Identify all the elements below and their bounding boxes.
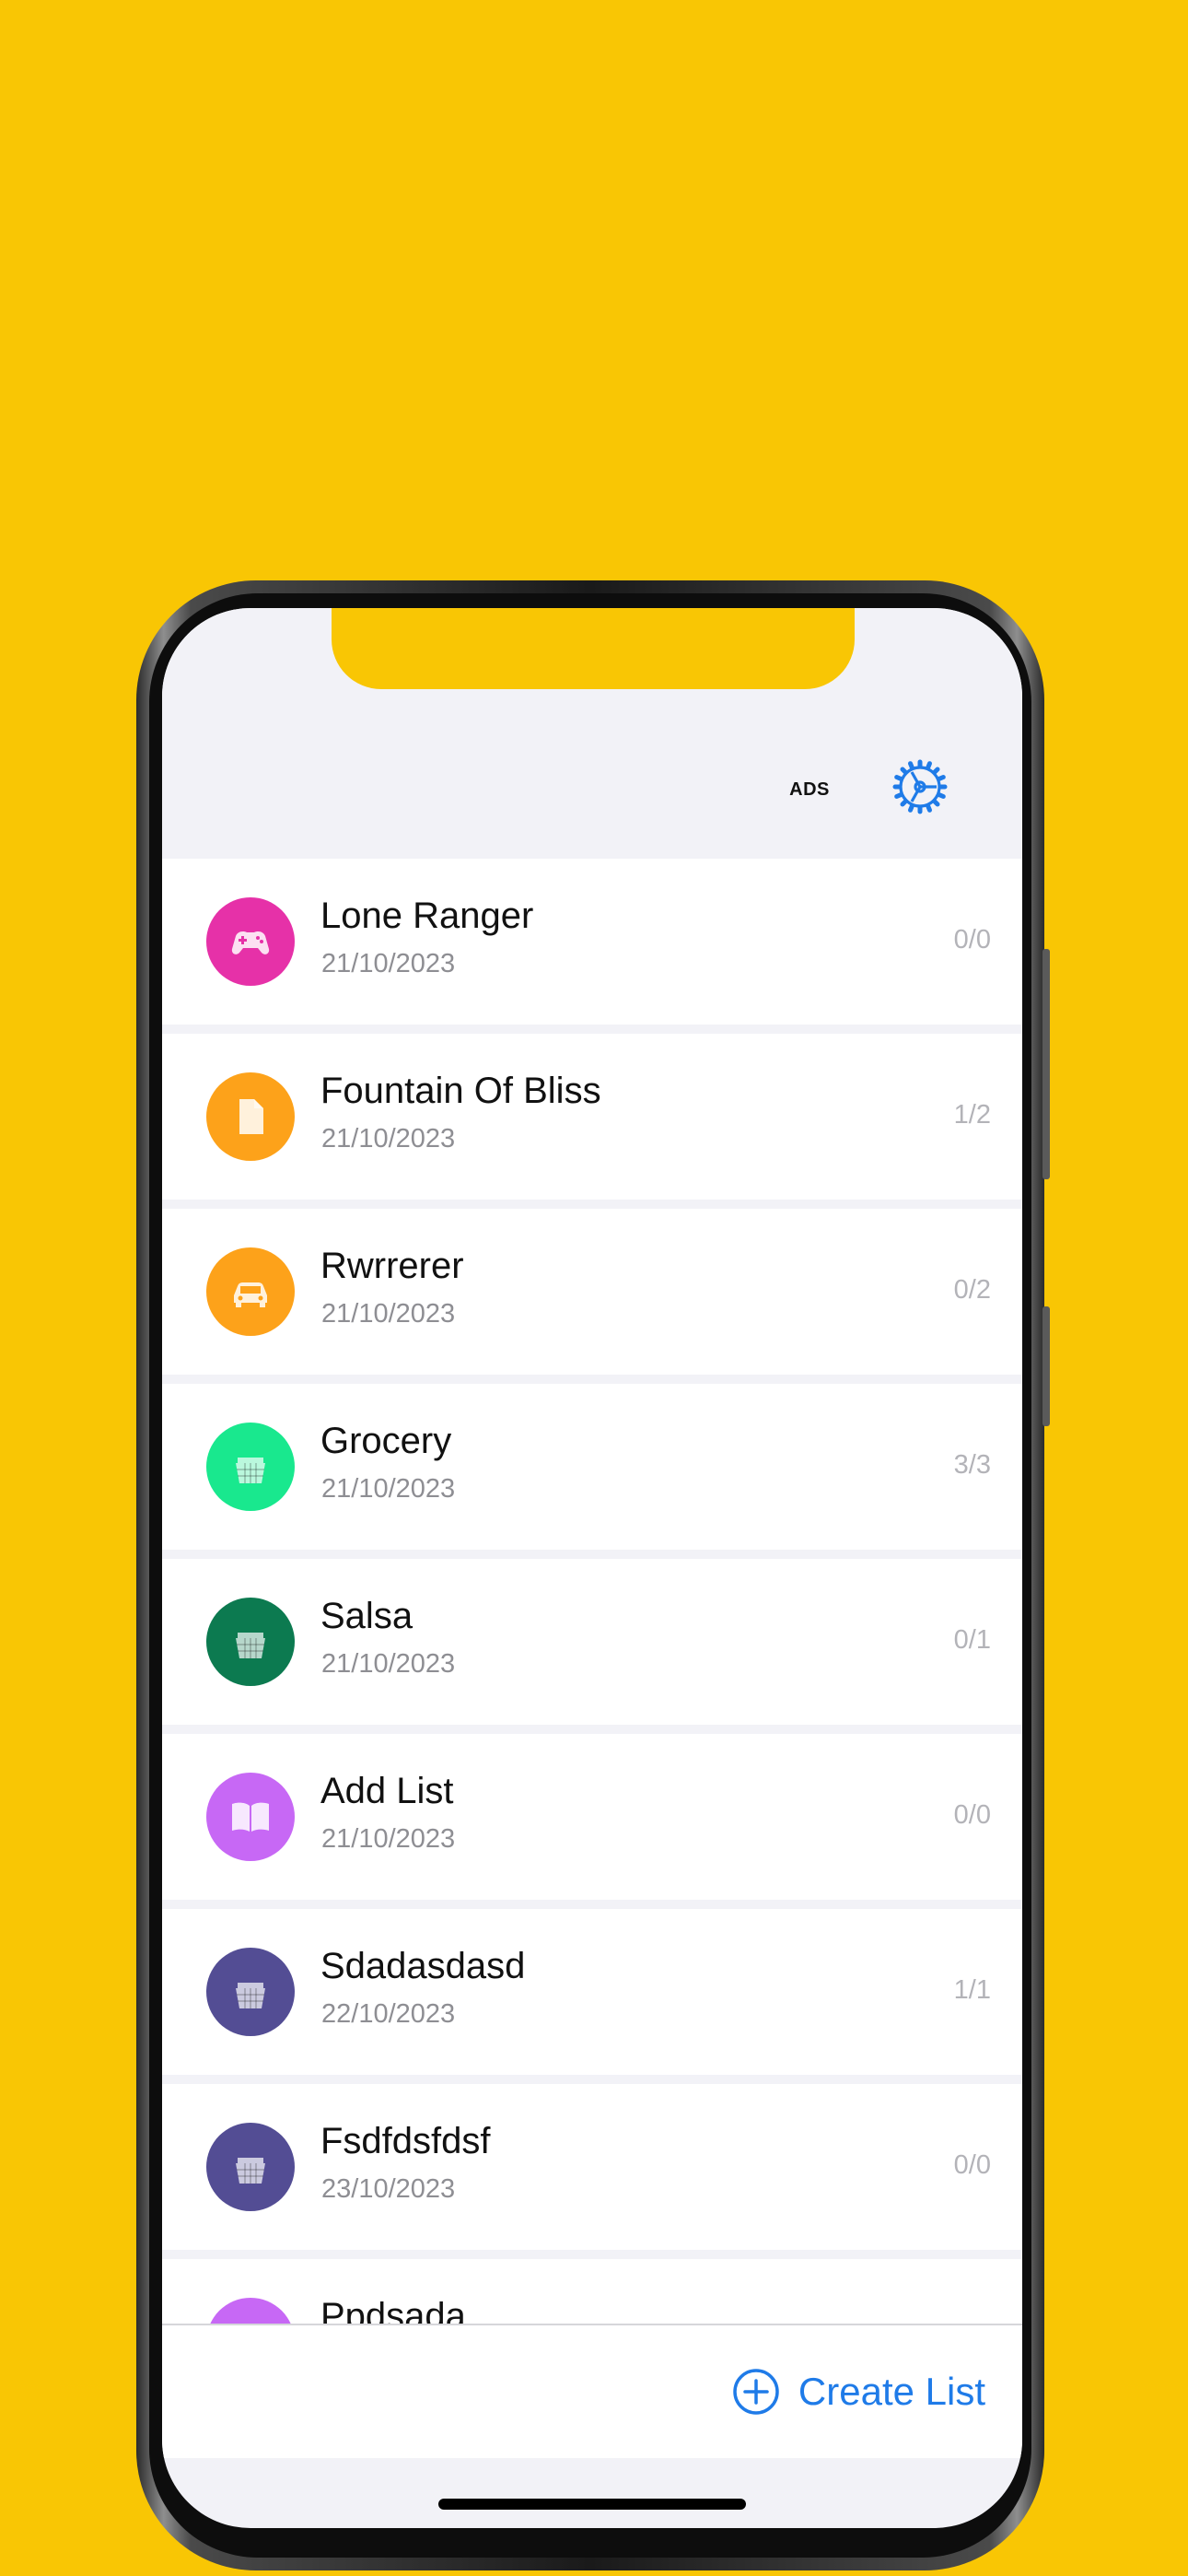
list-avatar	[206, 2123, 295, 2211]
list-progress-count: 1/1	[953, 1975, 991, 2005]
create-list-label: Create List	[798, 2370, 985, 2413]
list-date: 22/10/2023	[321, 1999, 456, 2029]
list-progress-count: 0/2	[953, 1275, 991, 1305]
list-progress-count: 0/0	[953, 925, 991, 954]
list-progress-count: 0/0	[953, 1800, 991, 1830]
create-list-button[interactable]: Create List	[732, 2368, 985, 2416]
list-title: Grocery	[320, 1421, 452, 1461]
document-icon	[225, 1091, 276, 1142]
plus-circle-icon	[733, 2369, 779, 2415]
list-row[interactable]: Lone Ranger 21/10/2023 0/0	[162, 859, 1022, 1025]
lists-container: Lone Ranger 21/10/2023 0/0 Fountain Of Blis…	[162, 859, 1022, 2324]
list-title: Add List	[320, 1771, 454, 1811]
list-title: Fsdfdsfdsf	[320, 2121, 491, 2161]
app-screen: ADS Lone Ranger 21/10/2023 0/0 Fountain …	[162, 608, 1022, 2528]
camera-notch	[332, 608, 855, 689]
list-progress-count: 0/0	[953, 2150, 991, 2180]
list-avatar	[206, 1598, 295, 1686]
list-row[interactable]: Grocery 21/10/2023 3/3	[162, 1384, 1022, 1550]
list-date: 23/10/2023	[321, 2174, 456, 2204]
list-title: Ppdsada	[320, 2296, 466, 2324]
list-date: 21/10/2023	[321, 949, 456, 978]
list-avatar	[206, 1072, 295, 1161]
basket-icon	[225, 1966, 276, 2018]
list-title: Fountain Of Bliss	[320, 1071, 601, 1111]
list-avatar	[206, 2298, 295, 2324]
basket-icon	[225, 1441, 276, 1493]
list-title: Salsa	[320, 1596, 413, 1636]
list-title: Sdadasdasd	[320, 1946, 526, 1986]
list-row[interactable]: Rwrrerer 21/10/2023 0/2	[162, 1209, 1022, 1375]
list-date: 21/10/2023	[321, 1649, 456, 1679]
basket-icon	[225, 2316, 276, 2324]
list-date: 21/10/2023	[321, 1299, 456, 1329]
list-title: Lone Ranger	[320, 896, 534, 936]
list-avatar	[206, 1423, 295, 1511]
list-row[interactable]: Fountain Of Bliss 21/10/2023 1/2	[162, 1034, 1022, 1200]
list-avatar	[206, 1247, 295, 1336]
list-row[interactable]: Ppdsada	[162, 2259, 1022, 2324]
list-date: 21/10/2023	[321, 1474, 456, 1504]
list-avatar	[206, 1773, 295, 1861]
ads-button[interactable]: ADS	[777, 779, 842, 801]
list-row[interactable]: Add List 21/10/2023 0/0	[162, 1734, 1022, 1900]
basket-icon	[225, 1616, 276, 1668]
list-progress-count: 0/1	[953, 1625, 991, 1655]
car-icon	[225, 1266, 276, 1317]
list-progress-count: 3/3	[953, 1450, 991, 1480]
list-progress-count: 1/2	[953, 1100, 991, 1130]
list-row[interactable]: Fsdfdsfdsf 23/10/2023 0/0	[162, 2084, 1022, 2250]
side-button-lower	[1042, 1306, 1050, 1426]
list-title: Rwrrerer	[320, 1246, 464, 1286]
list-avatar	[206, 1948, 295, 2036]
settings-gear-icon[interactable]	[892, 759, 948, 814]
list-avatar	[206, 897, 295, 986]
list-date: 21/10/2023	[321, 1824, 456, 1854]
gamepad-icon	[225, 916, 276, 967]
list-row[interactable]: Salsa 21/10/2023 0/1	[162, 1559, 1022, 1725]
bottom-toolbar: Create List	[162, 2324, 1022, 2458]
basket-icon	[225, 2141, 276, 2193]
book-icon	[225, 1791, 276, 1843]
home-indicator	[438, 2499, 746, 2510]
side-button-upper	[1042, 949, 1050, 1179]
list-row[interactable]: Sdadasdasd 22/10/2023 1/1	[162, 1909, 1022, 2075]
list-date: 21/10/2023	[321, 1124, 456, 1153]
